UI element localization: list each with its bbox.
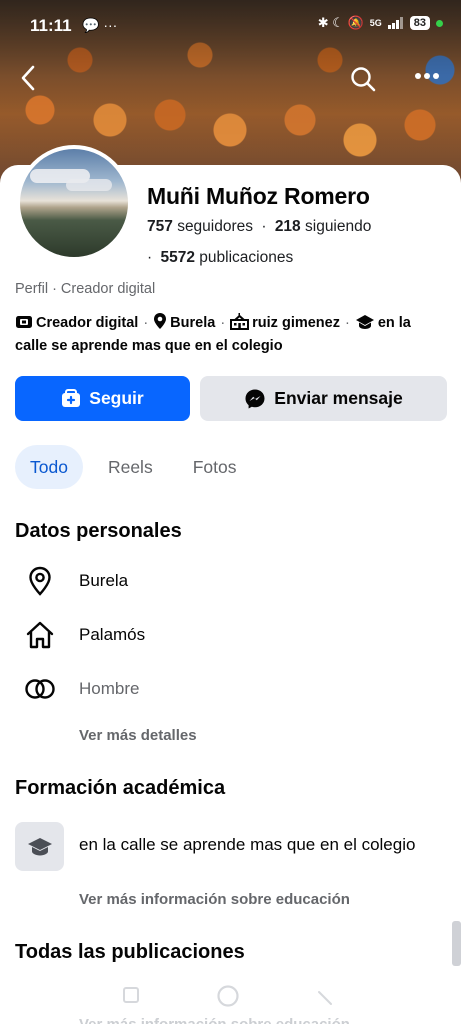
intro-workplace: ruiz gimenez — [252, 315, 340, 331]
chevron-left-icon — [21, 65, 35, 91]
message-button-label: Enviar mensaje — [274, 388, 403, 408]
follow-add-icon — [62, 388, 81, 407]
status-time: 11:11 — [30, 16, 72, 35]
system-icons: ✱ ☾ 🔕 — [317, 15, 364, 30]
tab-todo[interactable]: Todo — [15, 445, 83, 489]
gender-rings-icon — [24, 673, 56, 705]
message-button[interactable]: Enviar mensaje — [200, 376, 447, 421]
search-button[interactable] — [350, 66, 376, 97]
intro-location: Burela — [170, 315, 216, 331]
gender-value: Hombre — [79, 679, 140, 698]
location-pin-icon — [153, 312, 167, 336]
profile-tabs: Todo Reels Fotos — [15, 445, 251, 489]
detail-row-gender: Hombre — [24, 673, 139, 705]
status-right: ✱ ☾ 🔕 5G 83 — [318, 15, 443, 31]
personal-details-title: Datos personales — [15, 520, 182, 542]
school-building-icon — [230, 313, 250, 336]
notification-icons: 💬 ··· — [82, 17, 118, 33]
more-options-button[interactable] — [414, 68, 440, 86]
privacy-dot-icon — [436, 19, 443, 27]
graduation-cap-icon — [355, 314, 375, 336]
profile-type: Perfil · Creador digital — [15, 281, 156, 297]
posts-count: 5572 — [160, 249, 195, 266]
location-value: Burela — [79, 571, 129, 590]
scrollbar-thumb[interactable] — [452, 921, 461, 966]
recents-nav-icon[interactable] — [122, 986, 140, 1004]
search-icon — [351, 67, 376, 92]
graduation-cap-icon — [27, 837, 52, 855]
follow-button-label: Seguir — [89, 388, 144, 408]
followers-label[interactable]: seguidores — [177, 218, 253, 235]
location-pin-icon — [24, 565, 56, 597]
signal-icon — [387, 17, 403, 29]
follow-stats: 757 seguidores · 218 siguiendo — [147, 218, 371, 236]
network-label: 5G — [369, 18, 382, 28]
see-more-education-link[interactable]: Ver más información sobre educación — [79, 891, 350, 908]
followers-count[interactable]: 757 — [147, 218, 173, 235]
back-button[interactable] — [18, 64, 38, 97]
posts-label: publicaciones — [199, 249, 294, 266]
top-bar — [0, 60, 461, 100]
education-icon-box — [15, 822, 64, 871]
video-camera-icon — [15, 314, 33, 336]
battery-level: 83 — [409, 16, 430, 30]
posts-stats: · 5572 publicaciones — [147, 249, 293, 267]
home-icon — [24, 619, 56, 651]
detail-row-location: Burela — [24, 565, 128, 597]
avatar[interactable] — [16, 145, 132, 261]
status-bar: 11:11 💬 ··· ✱ ☾ 🔕 5G 83 — [0, 12, 461, 40]
hometown-value: Palamós — [79, 625, 146, 644]
education-school[interactable]: en la calle se aprende mas que en el col… — [79, 835, 415, 855]
stats-separator: · — [147, 249, 153, 266]
profile-name: Muñi Muñoz Romero — [147, 183, 370, 209]
following-count[interactable]: 218 — [275, 218, 301, 235]
intro-creator: Creador digital — [36, 315, 139, 331]
tab-fotos[interactable]: Fotos — [178, 445, 252, 489]
messenger-icon — [245, 389, 265, 408]
all-posts-title: Todas las publicaciones — [15, 941, 245, 963]
detail-row-hometown: Palamós — [24, 619, 145, 651]
intro-details: Creador digital · Burela · ruiz gimenez · en l… — [15, 312, 447, 356]
follow-button[interactable]: Seguir — [15, 376, 190, 421]
more-dots-icon — [415, 73, 439, 79]
back-nav-icon[interactable] — [316, 986, 334, 1006]
tab-reels[interactable]: Reels — [93, 445, 168, 489]
ghost-text-behind-nav: Ver más información sobre educación — [79, 1016, 350, 1024]
home-nav-icon[interactable] — [216, 984, 240, 1008]
education-title: Formación académica — [15, 777, 226, 799]
see-more-details-link[interactable]: Ver más detalles — [79, 727, 197, 744]
following-label[interactable]: siguiendo — [305, 218, 371, 235]
stats-separator: · — [261, 218, 267, 235]
